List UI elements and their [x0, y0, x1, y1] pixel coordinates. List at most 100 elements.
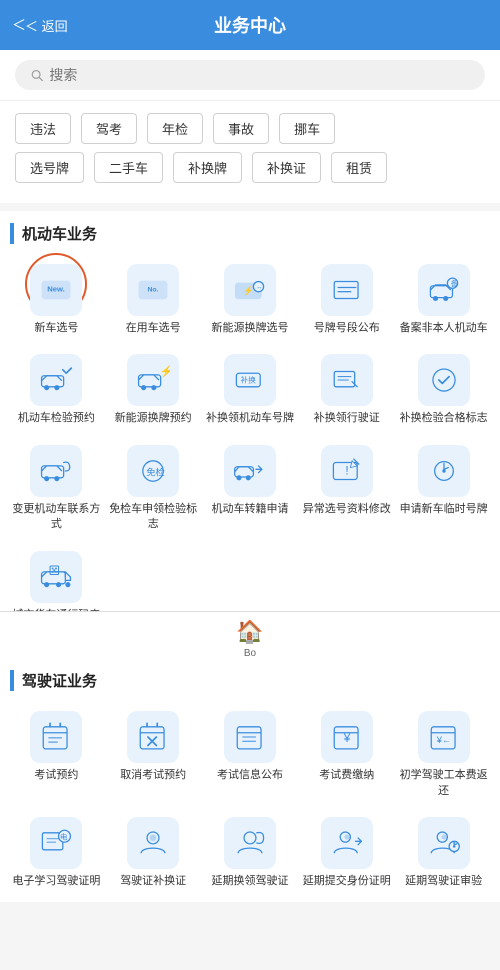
item-label: 在用车选号: [126, 321, 181, 336]
item-label: 申请新车临时号牌: [400, 502, 488, 517]
item-label: 补换领机动车号牌: [206, 411, 294, 426]
grid-item[interactable]: 号牌号段公布: [300, 258, 393, 342]
tag-btn[interactable]: 补换证: [252, 152, 321, 183]
item-icon-wrap: 电: [30, 817, 82, 869]
driver-grid: 考试预约 取消考试预约 考试信息公布 ¥ 考试费缴纳 ¥← 初学驾驶工本费返还 …: [10, 705, 490, 895]
tag-btn[interactable]: 年检: [147, 113, 203, 144]
grid-item[interactable]: 机动车检验预约: [10, 348, 103, 432]
item-label: 机动车检验预约: [18, 411, 95, 426]
search-input[interactable]: [49, 67, 470, 83]
tag-btn[interactable]: 租赁: [331, 152, 387, 183]
grid-item[interactable]: 补换领行驶证: [300, 348, 393, 432]
item-label: 新车选号: [34, 321, 78, 336]
svg-text:备: 备: [450, 279, 457, 288]
grid-item[interactable]: 取消考试预约: [107, 705, 200, 805]
item-icon-wrap: New.: [30, 264, 82, 316]
grid-item[interactable]: 补换 补换领机动车号牌: [204, 348, 297, 432]
grid-item[interactable]: 申请新车临时号牌: [397, 439, 490, 539]
item-label: 异常选号资料修改: [303, 502, 391, 517]
tag-btn[interactable]: 违法: [15, 113, 71, 144]
item-label: 考试费缴纳: [319, 768, 374, 783]
back-label: ＜ 返回: [25, 16, 68, 35]
item-icon-wrap: ¥←: [418, 711, 470, 763]
grid-item[interactable]: New. 新车选号: [10, 258, 103, 342]
bottom-tab-bo[interactable]: 🏠 Bo: [236, 619, 263, 659]
item-icon-wrap: [224, 817, 276, 869]
item-label: 机动车转籍申请: [211, 502, 288, 517]
search-bar[interactable]: [15, 60, 485, 90]
back-icon: ＜: [12, 15, 26, 35]
grid-item[interactable]: 机动车转籍申请: [204, 439, 297, 539]
item-icon-wrap: 免检: [127, 445, 179, 497]
item-label: 延期提交身份证明: [303, 874, 391, 889]
tag-btn[interactable]: 选号牌: [15, 152, 84, 183]
grid-item[interactable]: 延期驾驶证审验: [397, 811, 490, 895]
item-icon-wrap: No.: [127, 264, 179, 316]
grid-item[interactable]: ⚡ ↔ 新能源换牌选号: [204, 258, 297, 342]
item-icon-wrap: ⚡: [127, 354, 179, 406]
tags-row-2: 选号牌二手车补换牌补换证租赁: [15, 152, 485, 183]
driver-section: 驾驶证业务 考试预约 取消考试预约 考试信息公布 ¥ 考试费缴纳: [0, 658, 500, 901]
grid-item[interactable]: ¥ 考试费缴纳: [300, 705, 393, 805]
svg-text:电: 电: [60, 832, 68, 842]
grid-item[interactable]: ! 异常选号资料修改: [300, 439, 393, 539]
item-label: 延期驾驶证审验: [405, 874, 482, 889]
grid-item[interactable]: No. 在用车选号: [107, 258, 200, 342]
grid-item[interactable]: 驾驶证补换证: [107, 811, 200, 895]
item-icon-wrap: [321, 354, 373, 406]
item-icon-wrap: [321, 264, 373, 316]
bottom-bar: 🏠 Bo: [0, 611, 500, 666]
item-icon-wrap: [127, 711, 179, 763]
bottom-tab-label-bo: Bo: [244, 648, 256, 659]
item-icon-wrap: [321, 817, 373, 869]
search-section: [0, 50, 500, 101]
item-label: 补换领行驶证: [314, 411, 380, 426]
grid-item[interactable]: ⚡ 新能源换牌预约: [107, 348, 200, 432]
item-label: 电子学习驾驶证明: [12, 874, 100, 889]
item-label: 免检车申领检验标志: [109, 502, 198, 533]
item-icon-wrap: ⚡ ↔: [224, 264, 276, 316]
item-icon-wrap: [418, 817, 470, 869]
svg-text:补换: 补换: [241, 375, 257, 385]
item-label: 新能源换牌选号: [211, 321, 288, 336]
tag-btn[interactable]: 事故: [213, 113, 269, 144]
item-icon-wrap: [30, 354, 82, 406]
grid-item[interactable]: 备 备案非本人机动车: [397, 258, 490, 342]
grid-item[interactable]: 延期提交身份证明: [300, 811, 393, 895]
grid-item[interactable]: 免检 免检车申领检验标志: [107, 439, 200, 539]
tag-btn[interactable]: 二手车: [94, 152, 163, 183]
grid-item[interactable]: 变更机动车联系方式: [10, 439, 103, 539]
tag-btn[interactable]: 驾考: [81, 113, 137, 144]
grid-item[interactable]: 补换检验合格标志: [397, 348, 490, 432]
tag-btn[interactable]: 挪车: [279, 113, 335, 144]
item-icon-wrap: [224, 711, 276, 763]
grid-item[interactable]: 考试信息公布: [204, 705, 297, 805]
item-label: 取消考试预约: [120, 768, 186, 783]
page-title: 业务中心: [214, 12, 286, 38]
motor-section: 机动车业务 New. 新车选号 No. 在用车选号 ⚡ ↔ 新能源换牌选号 号牌…: [0, 211, 500, 650]
tag-btn[interactable]: 补换牌: [173, 152, 242, 183]
svg-text:免检: 免检: [146, 466, 165, 477]
item-icon-wrap: ¥: [321, 711, 373, 763]
back-button[interactable]: ＜ ＜ 返回: [12, 15, 68, 35]
item-icon-wrap: [30, 445, 82, 497]
item-label: 变更机动车联系方式: [12, 502, 101, 533]
item-label: 补换检验合格标志: [400, 411, 488, 426]
item-icon-wrap: [418, 445, 470, 497]
svg-text:No.: No.: [148, 287, 159, 294]
svg-text:⚡: ⚡: [160, 364, 170, 378]
item-label: 驾驶证补换证: [120, 874, 186, 889]
grid-item[interactable]: 电 电子学习驾驶证明: [10, 811, 103, 895]
grid-item[interactable]: 延期换领驾驶证: [204, 811, 297, 895]
grid-item[interactable]: ¥← 初学驾驶工本费返还: [397, 705, 490, 805]
item-label: 考试预约: [34, 768, 78, 783]
motor-section-title: 机动车业务: [10, 223, 490, 244]
grid-item[interactable]: 考试预约: [10, 705, 103, 805]
search-icon: [30, 68, 43, 82]
item-icon-wrap: [224, 445, 276, 497]
item-label: 备案非本人机动车: [400, 321, 488, 336]
svg-text:↔: ↔: [256, 284, 263, 291]
item-label: 考试信息公布: [217, 768, 283, 783]
item-icon-wrap: !: [321, 445, 373, 497]
item-icon-wrap: 备: [418, 264, 470, 316]
